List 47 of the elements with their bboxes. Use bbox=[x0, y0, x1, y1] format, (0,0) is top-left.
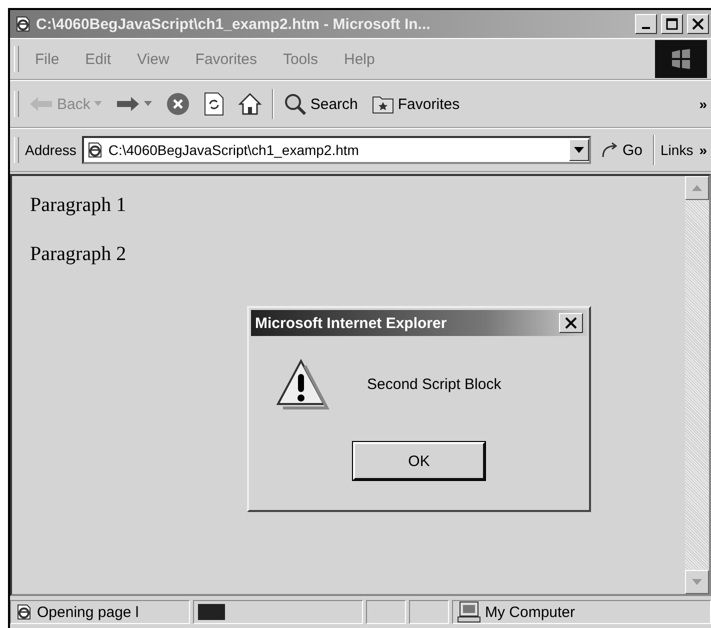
dropdown-button[interactable] bbox=[568, 139, 588, 161]
close-button[interactable] bbox=[559, 313, 583, 333]
close-button[interactable] bbox=[687, 14, 709, 34]
home-icon bbox=[238, 92, 262, 116]
minimize-icon bbox=[642, 27, 650, 29]
caret-icon bbox=[94, 101, 102, 107]
right-arrow-icon bbox=[116, 95, 140, 113]
folder-star-icon bbox=[372, 94, 394, 114]
go-button[interactable]: Go bbox=[596, 140, 647, 160]
close-icon bbox=[565, 317, 577, 329]
maximize-icon bbox=[666, 18, 678, 30]
close-icon bbox=[692, 18, 704, 30]
search-button[interactable]: Search bbox=[280, 91, 362, 117]
dialog-message: Second Script Block bbox=[367, 376, 502, 392]
scrollbar[interactable] bbox=[685, 176, 709, 594]
page-icon bbox=[15, 603, 33, 621]
minimize-button[interactable] bbox=[635, 14, 657, 34]
down-arrow-icon bbox=[692, 579, 702, 585]
chevron-button[interactable]: » bbox=[699, 96, 707, 112]
go-arrow-icon bbox=[600, 142, 618, 158]
refresh-icon bbox=[204, 92, 224, 116]
warning-icon bbox=[275, 358, 331, 410]
ok-button[interactable]: OK bbox=[353, 442, 485, 480]
address-label: Address bbox=[25, 142, 76, 158]
computer-icon bbox=[457, 601, 481, 623]
left-arrow-icon bbox=[29, 95, 53, 113]
caret-icon bbox=[144, 101, 152, 107]
search-icon bbox=[284, 93, 306, 115]
caret-icon bbox=[574, 147, 584, 153]
status-text: Opening page l bbox=[37, 604, 139, 620]
status-pane bbox=[366, 600, 406, 624]
status-pane bbox=[409, 600, 449, 624]
zone-text: My Computer bbox=[485, 604, 576, 620]
maximize-button[interactable] bbox=[661, 14, 683, 34]
logo-icon bbox=[655, 40, 707, 78]
page-icon bbox=[86, 141, 104, 159]
address-field[interactable]: C:\4060BegJavaScript\ch1_examp2.htm bbox=[82, 136, 590, 164]
paragraph: Paragraph 1 bbox=[30, 194, 128, 217]
stop-icon bbox=[166, 92, 190, 116]
window-title: C:\4060BegJavaScript\ch1_examp2.htm - Microsoft In... bbox=[36, 16, 432, 32]
favorites-button[interactable]: Favorites bbox=[368, 92, 464, 116]
paragraph: Paragraph 2 bbox=[30, 243, 128, 266]
chevron-button[interactable]: » bbox=[699, 142, 707, 158]
links-button[interactable]: Links bbox=[660, 142, 694, 158]
dialog-title: Microsoft Internet Explorer bbox=[255, 314, 447, 332]
document-icon bbox=[14, 15, 32, 33]
up-arrow-icon bbox=[692, 185, 702, 191]
